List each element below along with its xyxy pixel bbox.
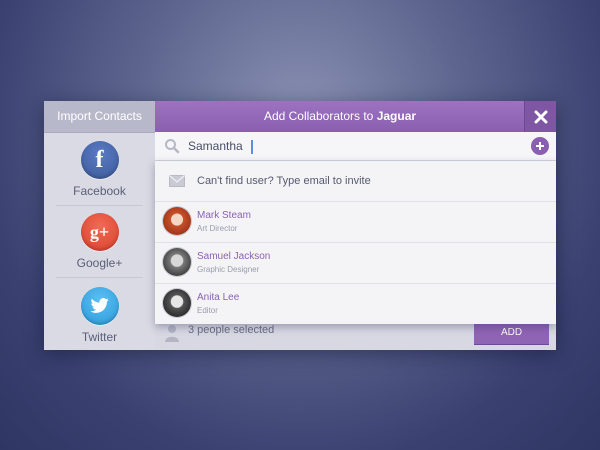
text-caret [250,139,253,154]
dialog-title: Add Collaborators to Jaguar [155,101,525,132]
google-plus-icon[interactable]: g+ [80,213,119,251]
title-bar: Add Collaborators to Jaguar [155,101,556,132]
twitter-icon[interactable] [80,287,119,325]
import-contacts-sidebar: Import Contacts f Facebook g+ Google+ Tw… [44,101,155,350]
mail-icon [169,175,185,187]
twitter-label: Twitter [81,330,118,344]
import-facebook[interactable]: f Facebook [44,141,155,198]
person-role: Editor [197,306,218,315]
sidebar-title: Import Contacts [44,101,155,133]
person-role: Graphic Designer [197,265,260,274]
project-name: Jaguar [376,109,417,123]
list-item[interactable]: Samuel Jackson Graphic Designer [155,242,556,284]
search-results-dropdown: Can't find user? Type email to invite Ma… [155,161,556,324]
close-icon[interactable] [534,110,548,124]
avatar [163,248,191,276]
collaborators-main: Add Collaborators to Jaguar Samantha Can… [155,101,556,350]
user-icon [165,325,179,342]
title-prefix: Add Collaborators to [263,109,374,123]
search-icon [165,139,180,154]
facebook-icon[interactable]: f [80,141,119,179]
divider [56,277,143,278]
avatar [163,207,191,235]
add-collaborators-dialog: Import Contacts f Facebook g+ Google+ Tw… [44,101,556,350]
person-name: Mark Steam [197,210,251,221]
google-plus-label: Google+ [76,256,123,270]
list-item[interactable]: Mark Steam Art Director [155,201,556,243]
avatar [163,289,191,317]
person-name: Anita Lee [197,292,240,303]
import-google-plus[interactable]: g+ Google+ [44,213,155,270]
plus-icon [536,142,544,150]
add-button[interactable]: ADD [474,321,549,344]
close-button[interactable] [524,101,556,132]
selected-count: 3 people selected [188,324,275,336]
import-twitter[interactable]: Twitter [44,287,155,344]
person-name: Samuel Jackson [197,251,271,262]
divider [56,205,143,206]
list-item[interactable]: Anita Lee Editor [155,283,556,324]
invite-by-email-option[interactable]: Can't find user? Type email to invite [155,161,556,202]
facebook-label: Facebook [73,184,126,198]
person-role: Art Director [197,224,238,233]
search-bar: Samantha [155,132,556,161]
add-user-button[interactable] [531,137,549,155]
search-input[interactable]: Samantha [188,137,253,155]
invite-text: Can't find user? Type email to invite [197,175,371,187]
